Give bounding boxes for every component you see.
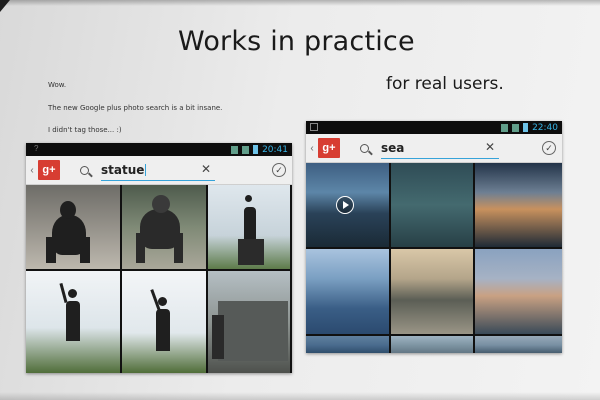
check-icon[interactable]: ✓	[542, 141, 556, 155]
search-input[interactable]: statue ✕	[101, 160, 215, 181]
statue-head	[245, 195, 252, 202]
photo-thumbnail[interactable]	[208, 185, 290, 269]
quote-line-2: The new Google plus photo search is a bi…	[48, 104, 223, 112]
back-icon[interactable]: ‹	[28, 165, 36, 176]
slide-title: Works in practice	[178, 26, 415, 57]
statue-head	[158, 297, 167, 306]
phone-screenshot-sea: 22:40 ‹ g+ sea ✕ ✓	[306, 121, 562, 353]
statue-arm	[80, 237, 90, 263]
photo-thumbnail[interactable]	[391, 336, 473, 353]
close-icon[interactable]: ✕	[201, 162, 211, 176]
statue-arm	[174, 233, 183, 263]
photo-thumbnail[interactable]	[475, 249, 562, 334]
slide-subtitle: for real users.	[386, 74, 504, 94]
search-action-bar: ‹ g+ sea ✕ ✓	[306, 134, 562, 163]
photo-grid	[26, 185, 292, 373]
notification-icon	[310, 123, 318, 131]
photo-thumbnail[interactable]	[26, 271, 120, 373]
statue-arm	[46, 237, 56, 263]
statue-figure	[244, 207, 256, 241]
back-icon[interactable]: ‹	[308, 143, 316, 154]
google-plus-logo[interactable]: g+	[318, 138, 340, 158]
signal-icon	[242, 145, 250, 154]
photo-thumbnail[interactable]	[391, 249, 473, 334]
status-notification: ?	[34, 144, 39, 153]
statue-head	[152, 195, 170, 213]
quote-line-1: Wow.	[48, 81, 67, 89]
text-cursor	[145, 163, 147, 176]
photo-thumbnail[interactable]	[306, 336, 389, 353]
slide-bottom-shadow	[0, 392, 600, 400]
video-thumbnail[interactable]	[306, 163, 389, 247]
search-input[interactable]: sea ✕	[381, 138, 499, 159]
photo-thumbnail[interactable]	[122, 185, 206, 269]
photo-thumbnail[interactable]	[475, 163, 562, 247]
status-time: 22:40	[532, 122, 558, 133]
statue-arm	[59, 282, 68, 304]
phone-screenshot-statue: ? 20:41 ‹ g+ statue ✕ ✓	[26, 143, 292, 373]
photo-grid	[306, 163, 562, 353]
statue-figure	[212, 315, 224, 359]
battery-icon	[253, 145, 259, 154]
search-icon	[360, 143, 369, 153]
wifi-icon	[231, 145, 239, 154]
photo-thumbnail[interactable]	[26, 185, 120, 269]
search-icon	[80, 165, 89, 175]
status-time: 20:41	[262, 144, 288, 155]
statue-pedestal	[238, 239, 264, 265]
slide-shadow	[0, 0, 600, 6]
statue-arm	[136, 233, 145, 263]
search-action-bar: ‹ g+ statue ✕ ✓	[26, 156, 292, 185]
check-icon[interactable]: ✓	[272, 163, 286, 177]
statue-head	[60, 201, 76, 219]
presentation-slide: Works in practice for real users. Wow. T…	[0, 0, 600, 400]
photo-thumbnail[interactable]	[208, 271, 290, 373]
statue-figure	[66, 301, 80, 341]
google-plus-logo[interactable]: g+	[38, 160, 60, 180]
search-query: statue	[101, 162, 145, 177]
battery-icon	[523, 123, 529, 132]
statue-head	[68, 289, 77, 298]
quote-line-3: I didn't tag those... :)	[48, 126, 122, 134]
building	[218, 301, 288, 361]
photo-thumbnail[interactable]	[306, 249, 389, 334]
wifi-icon	[501, 123, 509, 132]
search-query: sea	[381, 140, 405, 155]
status-bar: ? 20:41	[26, 143, 292, 156]
photo-thumbnail[interactable]	[122, 271, 206, 373]
photo-thumbnail[interactable]	[391, 163, 473, 247]
status-bar: 22:40	[306, 121, 562, 134]
photo-thumbnail[interactable]	[475, 336, 562, 353]
statue-figure	[156, 309, 170, 351]
close-icon[interactable]: ✕	[485, 140, 495, 154]
signal-icon	[512, 123, 520, 132]
play-icon[interactable]	[336, 196, 354, 214]
